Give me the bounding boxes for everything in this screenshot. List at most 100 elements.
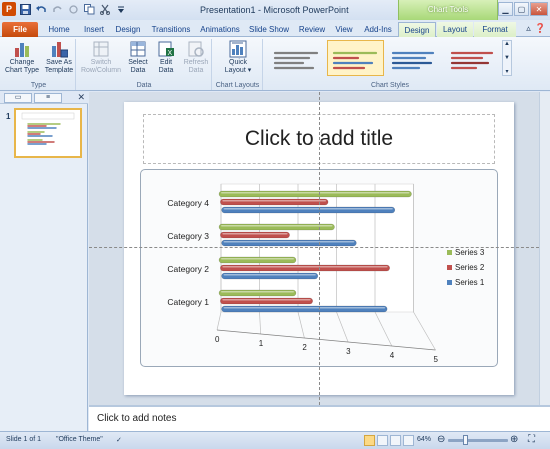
tab-chart-design[interactable]: Design [398, 22, 436, 38]
tab-animations[interactable]: Animations [196, 22, 244, 37]
floor-gridline [413, 311, 436, 351]
legend-label: Series 1 [455, 278, 485, 287]
minimize-ribbon-icon[interactable]: ▵ [526, 23, 531, 34]
x-axis-line [216, 329, 436, 351]
tab-review[interactable]: Review [294, 22, 330, 37]
refresh-data-button[interactable]: Refresh Data [181, 40, 211, 75]
quick-layout-label-1: Quick [229, 59, 247, 66]
chart-style-4[interactable] [445, 40, 502, 76]
vertical-guide[interactable] [319, 92, 320, 405]
edit-data-button[interactable]: X Edit Data [153, 40, 179, 75]
zoom-out-icon[interactable]: ⊖ [437, 434, 445, 445]
bar-highlight [223, 241, 355, 243]
tab-design[interactable]: Design [111, 22, 145, 37]
powerpoint-app-icon[interactable]: P [2, 2, 16, 16]
slide-thumbnail[interactable] [14, 108, 82, 158]
save-as-template-button[interactable]: Save As Template [42, 40, 76, 75]
bar-series-1 [221, 305, 388, 313]
save-as-template-label-2: Template [44, 67, 74, 74]
slide-sorter-icon[interactable] [377, 435, 388, 446]
group-type: Change Chart Type Save As Template Type [2, 39, 76, 90]
customize-qat-icon[interactable] [114, 2, 128, 16]
zoom-level[interactable]: 64% [417, 436, 431, 443]
slideshow-icon[interactable] [403, 435, 414, 446]
bar-highlight [223, 274, 316, 276]
gallery-down-icon[interactable]: ▼ [504, 55, 510, 61]
legend-swatch [447, 265, 452, 270]
bar-highlight [221, 225, 333, 227]
notes-pane[interactable]: Click to add notes [89, 405, 550, 431]
cut-icon[interactable] [98, 2, 112, 16]
bar-highlight [221, 192, 410, 194]
close-icon[interactable]: ✕ [530, 2, 548, 16]
slides-pane-header: ▭ ≡ ✕ [0, 92, 88, 104]
fit-to-window-icon[interactable]: ⛶ [528, 434, 535, 445]
save-as-template-label-1: Save As [46, 59, 72, 66]
chart-style-3[interactable] [386, 40, 443, 76]
group-label-chart-layouts: Chart Layouts [215, 82, 260, 89]
x-tick-label: 0 [215, 335, 220, 344]
pane-close-icon[interactable]: ✕ [77, 92, 85, 103]
switch-row-column-label-1: Switch [90, 59, 112, 66]
slides-tab[interactable]: ▭ [4, 93, 32, 103]
x-tick-label: 2 [302, 343, 307, 352]
vertical-scrollbar[interactable] [539, 92, 550, 405]
zoom-in-icon[interactable]: ⊕ [510, 434, 518, 445]
title-bar: P Presentation1 - Microsoft PowerPoint C… [0, 0, 550, 20]
tab-chart-format[interactable]: Format [474, 22, 516, 37]
change-chart-type-button[interactable]: Change Chart Type [4, 40, 40, 75]
minimize-icon[interactable]: ▁ [498, 2, 513, 16]
select-data-button[interactable]: Select Data [125, 40, 151, 75]
chart-style-2[interactable] [327, 40, 384, 76]
theme-name[interactable]: "Office Theme" [56, 436, 103, 443]
quick-layout-button[interactable]: Quick Layout ▾ [219, 40, 257, 75]
bar-chart[interactable]: 0 1 2 3 4 5 Category 1 Category 2 Category 3 Cate… [141, 170, 499, 368]
legend-label: Series 3 [455, 248, 485, 257]
refresh-data-label-2: Data [188, 67, 204, 74]
category-label: Category 4 [167, 198, 209, 208]
legend-swatch [447, 280, 452, 285]
save-icon[interactable] [18, 2, 32, 16]
undo-icon[interactable] [34, 2, 48, 16]
window-controls: ▁ ▢ ✕ [498, 2, 548, 16]
legend-label: Series 2 [455, 263, 485, 272]
notes-placeholder[interactable]: Click to add notes [97, 413, 177, 424]
redo-icon[interactable] [50, 2, 64, 16]
switch-row-column-button[interactable]: Switch Row/Column [79, 40, 123, 75]
tab-insert[interactable]: Insert [77, 22, 111, 37]
tab-file[interactable]: File [2, 22, 38, 37]
zoom-slider[interactable] [448, 439, 508, 442]
repeat-icon[interactable] [66, 2, 80, 16]
tab-view[interactable]: View [330, 22, 358, 37]
tab-slide-show[interactable]: Slide Show [245, 22, 293, 37]
slide-editor: Click to add title 0 1 2 3 4 5 Category 1 Categ… [89, 92, 550, 405]
tab-add-ins[interactable]: Add-Ins [360, 22, 396, 37]
category-label: Category 3 [167, 231, 209, 241]
copy-icon[interactable] [82, 2, 96, 16]
tab-transitions[interactable]: Transitions [146, 22, 196, 37]
reading-view-icon[interactable] [390, 435, 401, 446]
bar-series-1 [221, 239, 357, 247]
bar-series-2 [220, 297, 313, 305]
spelling-check-icon[interactable]: ✓ [116, 436, 122, 444]
bar-highlight [221, 258, 294, 260]
help-icon[interactable]: ❓ [535, 23, 546, 34]
normal-view-icon[interactable] [364, 435, 375, 446]
bar-highlight [223, 208, 393, 210]
bar-highlight [222, 299, 311, 301]
chart-tools-header: Chart Tools [398, 0, 498, 20]
gallery-up-icon[interactable]: ▲ [504, 41, 510, 47]
chart-style-1[interactable] [268, 40, 325, 76]
group-label-type: Type [30, 82, 47, 89]
gallery-scroll[interactable]: ▲ ▼ ▾ [502, 40, 512, 76]
outline-tab[interactable]: ≡ [34, 93, 62, 103]
horizontal-guide[interactable] [89, 247, 539, 248]
bar-highlight [222, 200, 327, 202]
floor-gridline [216, 311, 222, 331]
tab-chart-layout[interactable]: Layout [437, 22, 473, 37]
maximize-icon[interactable]: ▢ [514, 2, 529, 16]
chart-type-icon [15, 43, 29, 57]
zoom-slider-thumb[interactable] [463, 435, 468, 445]
tab-home[interactable]: Home [42, 22, 76, 37]
gallery-more-icon[interactable]: ▾ [505, 68, 508, 75]
